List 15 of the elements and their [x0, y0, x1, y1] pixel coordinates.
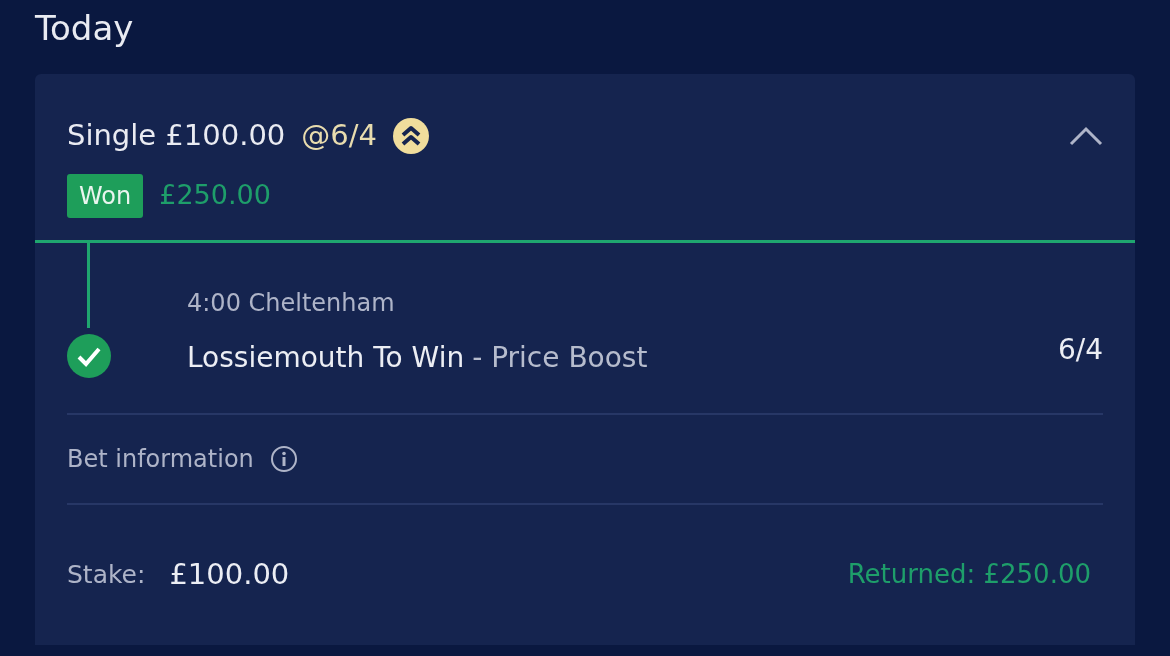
- selection-name: Lossiemouth To Win: [187, 339, 465, 376]
- returned-amount: Returned: £250.00: [847, 558, 1091, 591]
- leg-odds: 6/4: [1057, 331, 1103, 368]
- info-icon[interactable]: [269, 444, 298, 473]
- stake-label: Stake:: [67, 558, 146, 591]
- bet-title: Single £100.00: [67, 117, 286, 154]
- info-label[interactable]: Bet information: [67, 440, 254, 477]
- boost-label: - Price Boost: [472, 339, 648, 376]
- status-badge: Won: [67, 173, 144, 218]
- stake-value: £100.00: [169, 555, 290, 593]
- bet-odds: @6/4: [301, 117, 377, 154]
- collapse-icon[interactable]: [1069, 125, 1103, 146]
- page-heading: Today: [35, 7, 135, 50]
- event-name: 4:00 Cheltenham: [187, 287, 396, 319]
- return-amount: £250.00: [159, 178, 271, 213]
